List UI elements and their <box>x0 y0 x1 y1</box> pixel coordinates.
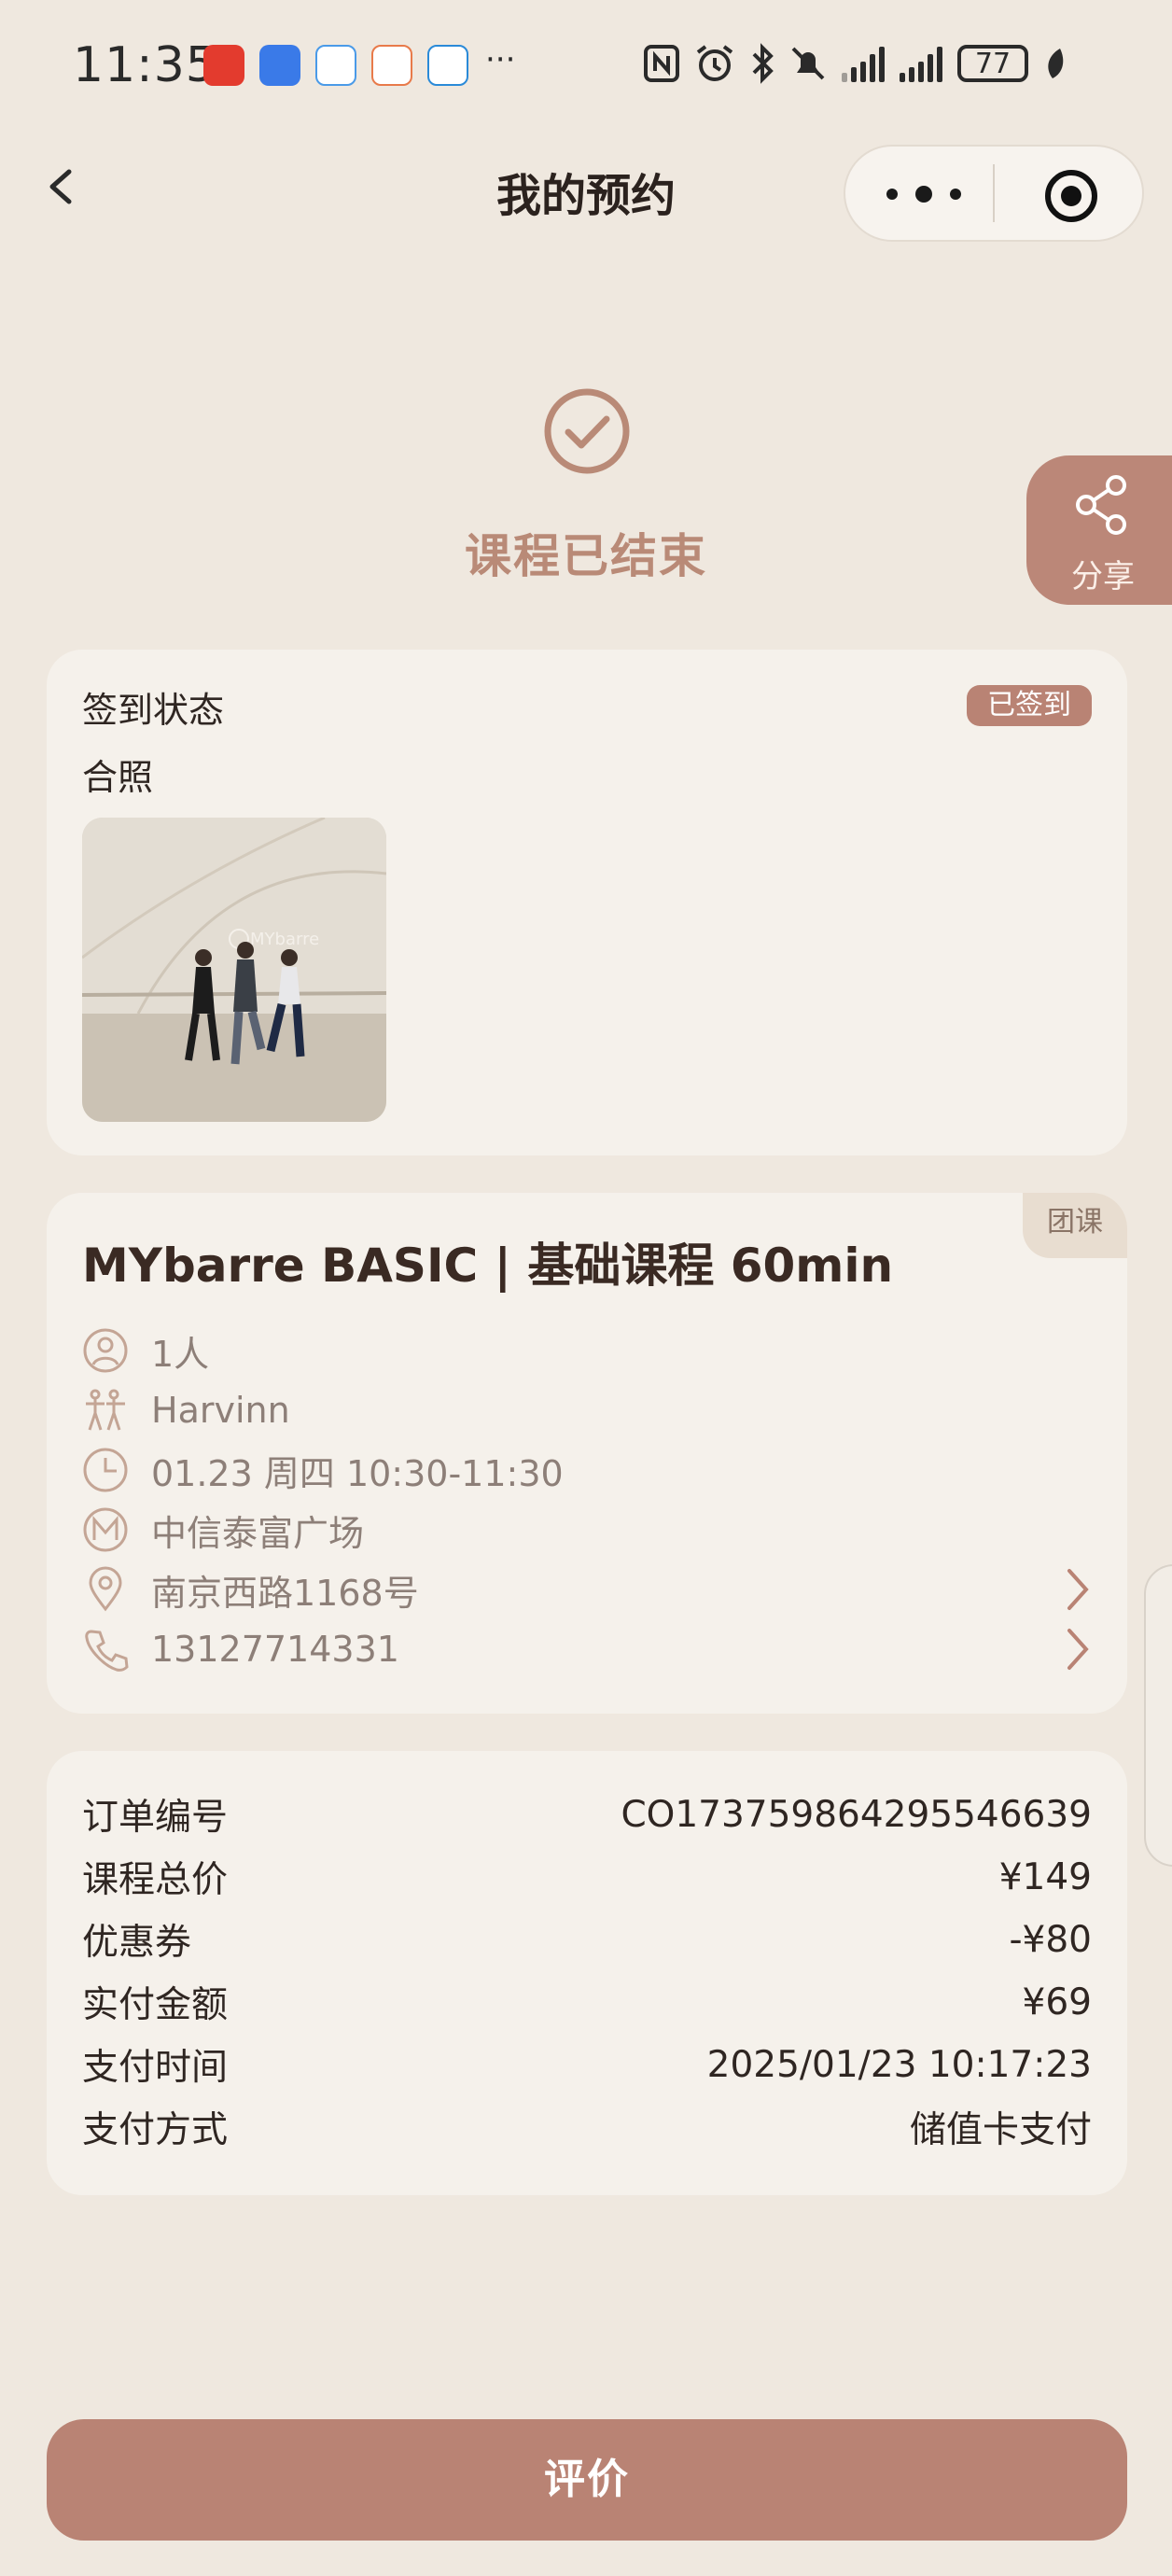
clock-icon <box>83 1448 128 1492</box>
status-time: 11:35 <box>73 37 217 93</box>
mute-icon <box>791 47 825 80</box>
check-circle-icon <box>544 388 630 474</box>
share-icon <box>1076 475 1126 535</box>
contact-phone: 13127714331 <box>151 1629 399 1670</box>
side-drawer-handle[interactable] <box>1144 1564 1172 1867</box>
order-value: 2025/01/23 10:17:23 <box>706 2043 1092 2086</box>
capsule-divider <box>993 164 995 222</box>
order-row: 实付金额 ¥69 <box>82 1976 1092 2028</box>
target-icon[interactable] <box>1043 168 1099 224</box>
order-label: 支付时间 <box>82 2047 229 2089</box>
order-value: ¥69 <box>1022 1981 1092 2023</box>
app-icon-chat <box>315 45 356 86</box>
order-label: 实付金额 <box>82 1984 229 2026</box>
alarm-icon <box>696 45 733 81</box>
chevron-right-icon[interactable] <box>1064 1567 1092 1612</box>
coach-icon <box>86 1389 125 1431</box>
coach-name: Harvinn <box>151 1390 290 1431</box>
order-row: 课程总价 ¥149 <box>82 1851 1092 1903</box>
group-photo-label: 合照 <box>82 757 154 798</box>
app-icon-blue <box>259 45 300 86</box>
order-value: 储值卡支付 <box>909 2109 1092 2151</box>
course-time: 01.23 周四 10:30-11:30 <box>151 1452 564 1494</box>
more-dots-icon[interactable] <box>886 177 961 211</box>
signal-icon <box>842 45 885 82</box>
order-label: 支付方式 <box>82 2109 229 2151</box>
location-pin-icon <box>89 1566 122 1612</box>
person-icon <box>83 1328 128 1373</box>
people-count: 1人 <box>151 1333 210 1375</box>
checkin-title: 签到状态 <box>82 690 225 731</box>
venue-name: 中信泰富广场 <box>151 1512 365 1554</box>
course-type-tag: 团课 <box>1023 1193 1127 1258</box>
more-notifications-icon: ··· <box>485 41 516 78</box>
app-icon-orange <box>371 45 412 86</box>
info-time: 01.23 周四 10:30-11:30 <box>82 1447 564 1494</box>
info-people: 1人 <box>82 1327 210 1375</box>
course-title: MYbarre BASIC | 基础课程 60min <box>82 1239 894 1293</box>
app-icon-mail <box>427 45 468 86</box>
order-label: 优惠券 <box>82 1922 192 1964</box>
notification-icons <box>203 45 468 86</box>
order-value: CO17375986429554663​9 <box>621 1793 1092 1836</box>
bluetooth-icon <box>752 43 774 84</box>
venue-address: 南京西路1168号 <box>151 1572 419 1614</box>
battery-icon: 77 <box>957 45 1028 82</box>
info-venue: 中信泰富广场 <box>82 1506 365 1554</box>
order-label: 课程总价 <box>82 1859 229 1901</box>
share-label: 分享 <box>1071 558 1135 595</box>
order-label: 订单编号 <box>82 1797 229 1839</box>
svg-text:MYbarre: MYbarre <box>250 930 319 949</box>
leaf-icon <box>1048 49 1064 78</box>
app-icon-red <box>203 45 244 86</box>
info-phone[interactable]: 13127714331 <box>82 1626 1092 1673</box>
order-row: 优惠券 -¥80 <box>82 1913 1092 1966</box>
venue-logo-icon <box>83 1507 128 1552</box>
order-row: 支付方式 储值卡支付 <box>82 2101 1092 2153</box>
order-value: -¥80 <box>1009 1918 1092 1961</box>
order-value: ¥149 <box>998 1855 1092 1898</box>
order-row: 支付时间 2025/01/23 10:17:23 <box>82 2038 1092 2091</box>
chevron-right-icon[interactable] <box>1064 1627 1092 1672</box>
status-badge: 已签到 <box>967 685 1092 726</box>
phone-icon <box>85 1630 129 1672</box>
order-row: 订单编号 CO17375986429554663​9 <box>82 1788 1092 1841</box>
system-status: 77 <box>644 43 1067 84</box>
group-photo[interactable]: MYbarre <box>82 818 386 1122</box>
nfc-icon <box>644 45 679 82</box>
info-coach: Harvinn <box>82 1387 290 1434</box>
signal-icon-2 <box>900 45 942 82</box>
info-address[interactable]: 南京西路1168号 <box>82 1566 1092 1614</box>
review-button[interactable]: 评价 <box>47 2419 1127 2541</box>
course-ended-status: 课程已结束 <box>465 529 707 583</box>
